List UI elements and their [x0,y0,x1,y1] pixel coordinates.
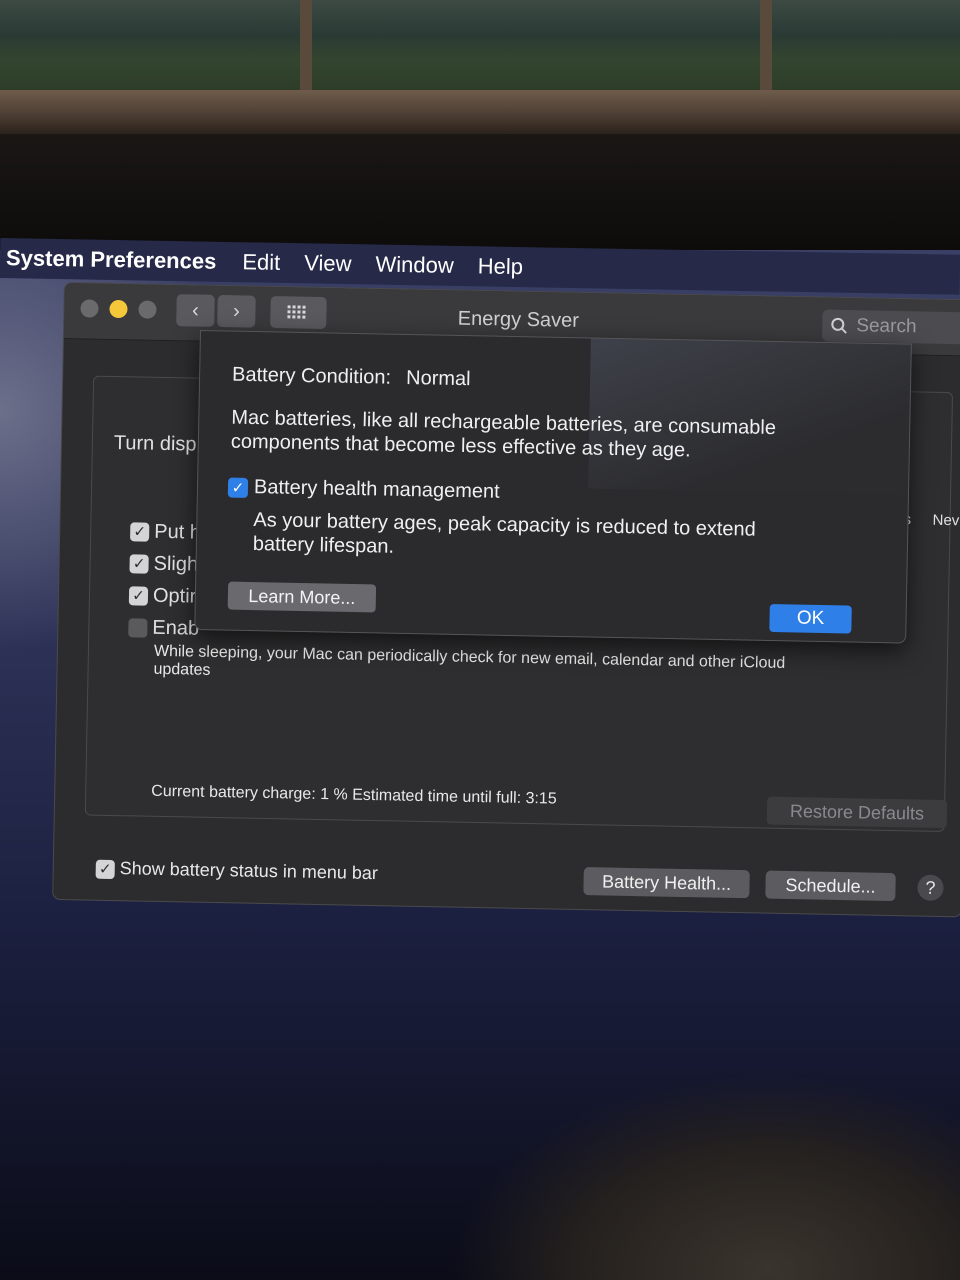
window-sill [0,90,960,134]
checkmark-icon: ✓ [231,479,245,497]
battery-condition-value: Normal [405,366,471,391]
battery-health-management-label: Battery health management [253,476,500,503]
menu-edit[interactable]: Edit [242,249,280,276]
slider-tick-label-never: Nev [932,511,960,530]
restore-defaults-button[interactable]: Restore Defaults [766,796,948,829]
schedule-button[interactable]: Schedule... [765,870,896,902]
checkmark-icon: ✓ [133,523,147,541]
menu-app-name[interactable]: System Preferences [6,245,217,275]
battery-health-sheet: Battery Condition: Normal Mac batteries,… [194,330,912,644]
option-label-2: Sligh [153,552,199,576]
option-label-1: Put h [154,520,202,544]
checkmark-icon: ✓ [132,555,146,573]
show-battery-status-label: Show battery status in menu bar [119,858,379,884]
option-checkbox-4[interactable] [128,618,148,638]
option-label-3: Optir [152,584,197,608]
menu-view[interactable]: View [304,250,352,277]
search-icon [831,317,847,334]
search-placeholder: Search [856,315,917,338]
checkmark-icon: ✓ [132,587,145,605]
menu-help[interactable]: Help [478,253,524,280]
option-label-4: Enab [152,616,200,640]
show-battery-status-checkbox[interactable]: ✓ [95,859,115,880]
battery-consumable-description: Mac batteries, like all rechargeable bat… [230,406,777,462]
checkmark-icon: ✓ [98,860,112,879]
window-frame [760,0,772,100]
option-checkbox-2[interactable]: ✓ [129,554,149,574]
battery-condition-label: Battery Condition: [231,363,392,389]
help-button[interactable]: ? [917,874,944,901]
monitor-bezel [0,134,960,250]
option-checkbox-3[interactable]: ✓ [128,586,149,606]
ok-button[interactable]: OK [769,603,852,634]
battery-health-management-description: As your battery ages, peak capacity is r… [252,509,756,558]
battery-health-button[interactable]: Battery Health... [583,867,750,899]
turn-display-off-label: Turn disp [113,431,197,456]
search-field[interactable]: Search [821,309,960,345]
option-checkbox-1[interactable]: ✓ [130,522,150,542]
window-frame [300,0,312,100]
battery-health-management-checkbox[interactable]: ✓ [227,477,249,498]
learn-more-button[interactable]: Learn More... [227,581,377,613]
background-window-view [0,0,960,100]
menu-window[interactable]: Window [375,252,454,279]
